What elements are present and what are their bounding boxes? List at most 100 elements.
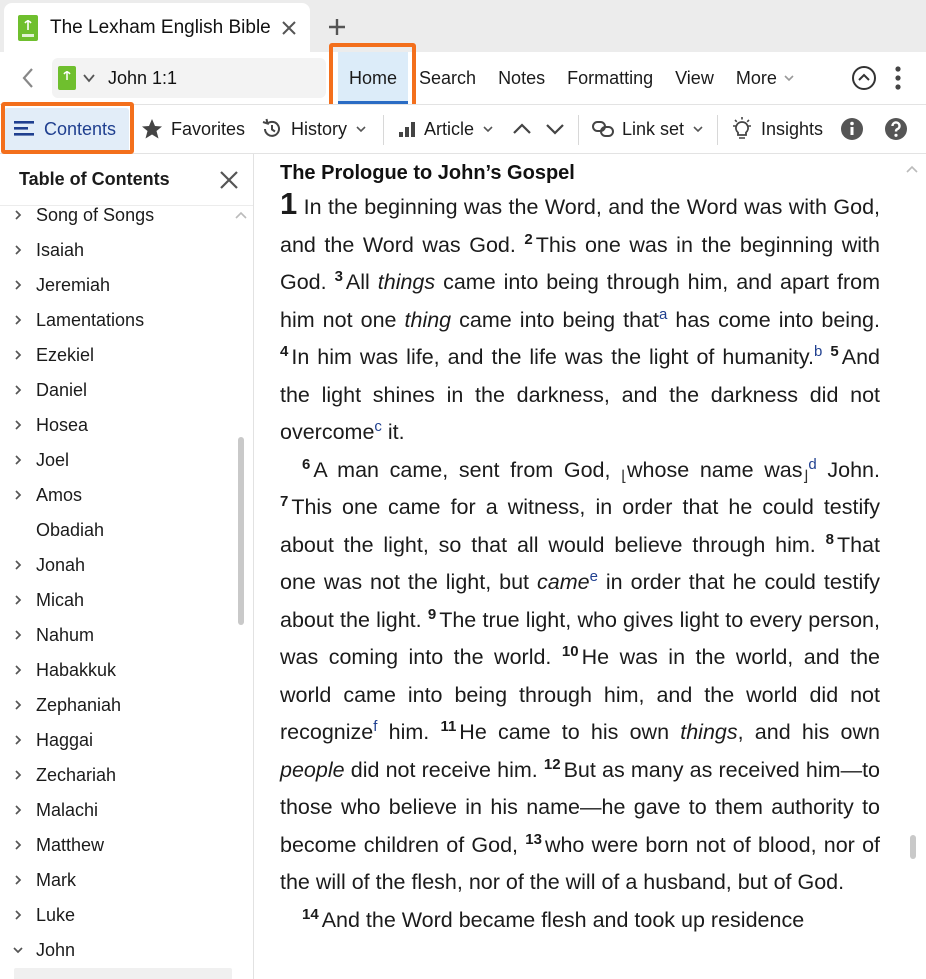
toc-item-hosea[interactable]: Hosea <box>0 408 240 443</box>
chevron-right-icon[interactable] <box>12 874 24 886</box>
chevron-right-icon[interactable] <box>12 419 24 431</box>
chevron-right-icon[interactable] <box>12 629 24 641</box>
chevron-right-icon[interactable] <box>12 699 24 711</box>
menu-more[interactable]: More <box>725 52 806 104</box>
toc-item-joel[interactable]: Joel <box>0 443 240 478</box>
toc-item-isaiah[interactable]: Isaiah <box>0 233 240 268</box>
verse-number[interactable]: 11 <box>440 718 456 735</box>
toc-item-label: Habakkuk <box>36 660 117 680</box>
verse-text: This one came for a witness, in order th… <box>280 495 880 557</box>
verse-number[interactable]: 9 <box>428 606 436 623</box>
toc-item-amos[interactable]: Amos <box>0 478 240 513</box>
favorites-button[interactable]: Favorites <box>141 105 245 153</box>
verse-number[interactable]: 8 <box>826 531 834 548</box>
toc-item-john[interactable]: John <box>0 933 240 968</box>
chevron-right-icon[interactable] <box>12 804 24 816</box>
footnote-marker[interactable]: b <box>814 343 822 360</box>
chapter-number[interactable]: 1 <box>280 186 297 221</box>
toc-scrollbar[interactable] <box>238 437 244 625</box>
menu-notes[interactable]: Notes <box>487 52 556 104</box>
chevron-right-icon[interactable] <box>12 909 24 921</box>
toc-item-zephaniah[interactable]: Zephaniah <box>0 688 240 723</box>
toc-item-mark[interactable]: Mark <box>0 863 240 898</box>
chevron-right-icon[interactable] <box>12 279 24 291</box>
verse-text: In him was life, and the life was the li… <box>291 345 815 369</box>
chevron-right-icon[interactable] <box>12 559 24 571</box>
chevron-right-icon[interactable] <box>12 314 24 326</box>
help-button[interactable] <box>884 105 908 153</box>
chevron-right-icon[interactable] <box>12 454 24 466</box>
reference-input[interactable]: John 1:1 <box>108 68 177 89</box>
contents-button[interactable]: Contents <box>14 105 116 153</box>
menu-search[interactable]: Search <box>408 52 487 104</box>
verse-number[interactable]: 13 <box>525 831 542 848</box>
toc-item-jeremiah[interactable]: Jeremiah <box>0 268 240 303</box>
toc-item-label: Nahum <box>36 625 95 645</box>
verse-text-italic: came <box>537 570 590 594</box>
menu-view[interactable]: View <box>664 52 725 104</box>
article-button[interactable]: Article <box>398 105 494 153</box>
previous-article-button[interactable] <box>511 105 533 153</box>
verse-number[interactable]: 3 <box>335 268 343 285</box>
scroll-up-icon[interactable] <box>234 210 248 220</box>
footnote-marker[interactable]: e <box>590 568 598 585</box>
toc-title: Table of Contents <box>19 169 170 189</box>
toc-item-nahum[interactable]: Nahum <box>0 618 240 653</box>
tab-lexham-english-bible[interactable]: The Lexham English Bible <box>4 3 310 52</box>
toc-item-matthew[interactable]: Matthew <box>0 828 240 863</box>
chevron-right-icon[interactable] <box>12 734 24 746</box>
toc-item-song-of-songs[interactable]: Song of Songs <box>0 198 240 233</box>
verse-number[interactable]: 10 <box>562 643 579 660</box>
toc-item-ezekiel[interactable]: Ezekiel <box>0 338 240 373</box>
reference-box[interactable]: John 1:1 <box>52 58 326 98</box>
verse-number[interactable]: 5 <box>830 343 838 360</box>
verse-number[interactable]: 4 <box>280 343 288 360</box>
footnote-marker[interactable]: d <box>808 456 816 473</box>
menu-home[interactable]: Home <box>338 52 409 104</box>
toc-sub-item[interactable] <box>14 968 232 979</box>
chevron-right-icon[interactable] <box>12 489 24 501</box>
toc-item-label: Jonah <box>36 555 86 575</box>
verse-number[interactable]: 14 <box>302 906 319 923</box>
verse-text: A man came, sent from God, <box>313 457 622 482</box>
close-icon[interactable] <box>216 167 242 193</box>
more-options-icon[interactable] <box>888 64 908 92</box>
toc-item-haggai[interactable]: Haggai <box>0 723 240 758</box>
verse-number[interactable]: 12 <box>544 756 561 773</box>
link-set-button[interactable]: Link set <box>592 105 704 153</box>
chevron-right-icon[interactable] <box>12 594 24 606</box>
next-article-button[interactable] <box>544 105 566 153</box>
verse-number[interactable]: 2 <box>524 231 532 248</box>
chevron-down-icon[interactable] <box>12 944 24 956</box>
reader-scrollbar[interactable] <box>910 835 916 859</box>
chevron-right-icon[interactable] <box>12 349 24 361</box>
chevron-right-icon[interactable] <box>12 839 24 851</box>
history-button[interactable]: History <box>261 105 367 153</box>
toc-item-obadiah[interactable]: Obadiah <box>0 513 240 548</box>
toc-item-luke[interactable]: Luke <box>0 898 240 933</box>
chevron-right-icon[interactable] <box>12 384 24 396</box>
menu-formatting[interactable]: Formatting <box>556 52 664 104</box>
new-tab-button[interactable] <box>322 12 352 42</box>
insights-button[interactable]: Insights <box>731 105 823 153</box>
toc-item-daniel[interactable]: Daniel <box>0 373 240 408</box>
toc-item-malachi[interactable]: Malachi <box>0 793 240 828</box>
close-icon[interactable] <box>272 11 306 45</box>
toc-item-lamentations[interactable]: Lamentations <box>0 303 240 338</box>
collapse-toolbar-icon[interactable] <box>851 65 877 91</box>
toc-item-zechariah[interactable]: Zechariah <box>0 758 240 793</box>
info-button[interactable] <box>840 105 864 153</box>
toc-item-habakkuk[interactable]: Habakkuk <box>0 653 240 688</box>
chevron-right-icon[interactable] <box>12 209 24 221</box>
footnote-marker[interactable]: c <box>374 418 382 435</box>
chevron-right-icon[interactable] <box>12 664 24 676</box>
chevron-right-icon[interactable] <box>12 244 24 256</box>
chevron-down-icon[interactable] <box>82 71 96 85</box>
toc-item-jonah[interactable]: Jonah <box>0 548 240 583</box>
back-button[interactable] <box>14 64 42 92</box>
scroll-up-icon[interactable] <box>905 164 919 174</box>
verse-number[interactable]: 6 <box>302 456 310 473</box>
toc-item-micah[interactable]: Micah <box>0 583 240 618</box>
verse-number[interactable]: 7 <box>280 493 288 510</box>
chevron-right-icon[interactable] <box>12 769 24 781</box>
